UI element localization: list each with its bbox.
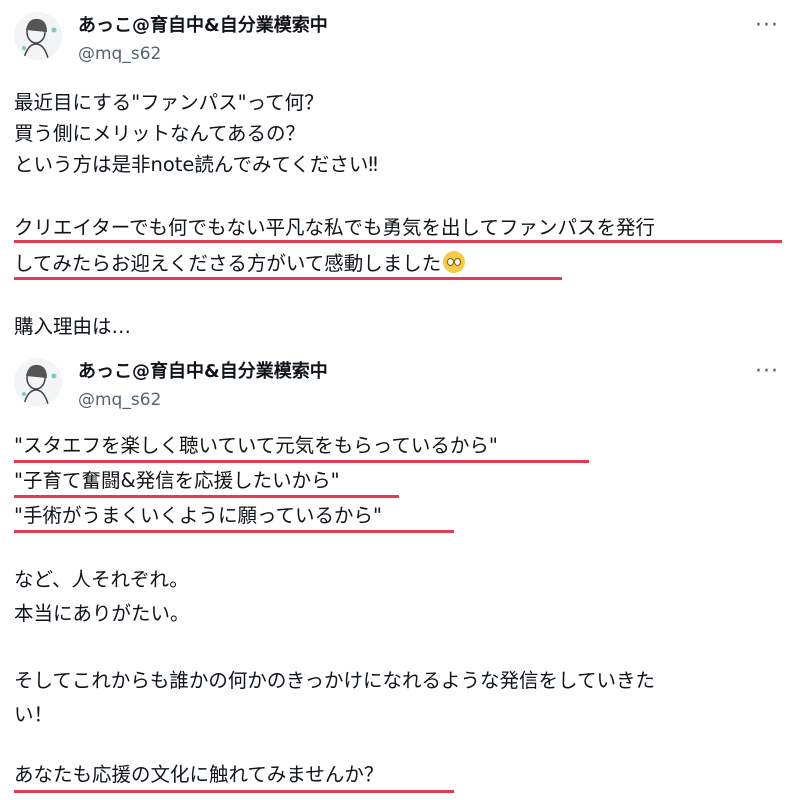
tweet-header: あっこ@育自中&自分業模索中 @mq_s62 [14, 12, 328, 66]
tweet-text-line: など、人それぞれ。 [14, 568, 189, 591]
display-name[interactable]: あっこ@育自中&自分業模索中 [78, 360, 328, 384]
quoted-tweet-header: あっこ@育自中&自分業模索中 @mq_s62 [14, 358, 328, 412]
more-options-icon[interactable]: ··· [752, 15, 782, 40]
tweet-text-line: クリエイターでも何でもない平凡な私でも勇気を出してファンパスを発行 [14, 216, 655, 239]
user-handle[interactable]: @mq_s62 [78, 42, 328, 66]
highlight-underline [14, 277, 562, 280]
tweet-text-line: 本当にありがたい。 [14, 602, 190, 625]
tweet-text-line: してみたらお迎えくださる方がいて感動しました [14, 251, 466, 277]
display-name[interactable]: あっこ@育自中&自分業模索中 [78, 14, 328, 38]
more-options-icon[interactable]: ··· [752, 361, 782, 386]
tweet-text-line: 最近目にする"ファンパス"って何？ [14, 91, 324, 114]
avatar[interactable] [14, 358, 62, 406]
user-handle[interactable]: @mq_s62 [78, 388, 328, 412]
highlight-underline [14, 460, 589, 463]
tweet-text-segment: してみたらお迎えくださる方がいて感動しました [14, 252, 442, 275]
tweet-text-line: 買う側にメリットなんてあるの？ [14, 122, 305, 145]
avatar[interactable] [14, 12, 62, 60]
highlight-underline [14, 495, 399, 498]
highlight-underline [14, 790, 454, 793]
tweet-text-line: "手術がうまくいくように願っているから" [14, 504, 382, 527]
teary-smile-emoji-icon [443, 251, 466, 273]
tweet-text-line: 購入理由は… [14, 315, 132, 338]
tweet-text-line: "スタエフを楽しく聴いていて元気をもらっているから" [14, 434, 498, 457]
tweet-text-line: い！ [14, 703, 54, 726]
tweet-text-line: そしてこれからも誰かの何かのきっかけになれるような発信をしていきた [14, 669, 655, 692]
tweet-text-line: という方は是非note読んでみてください‼ [14, 153, 378, 176]
tweet-text-line: あなたも応援の文化に触れてみませんか？ [14, 763, 384, 786]
highlight-underline [14, 240, 782, 243]
tweet-text-line: "子育て奮闘&発信を応援したいから" [14, 469, 340, 492]
highlight-underline [14, 530, 454, 533]
